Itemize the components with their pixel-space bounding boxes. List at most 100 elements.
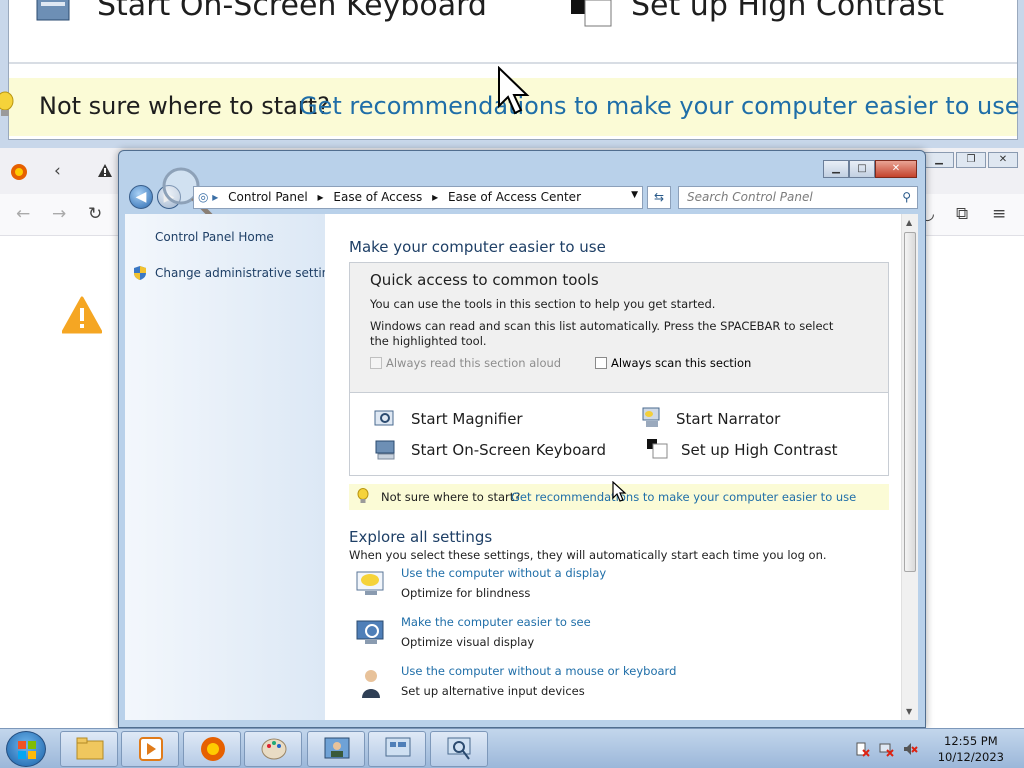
network-icon[interactable]	[878, 741, 894, 757]
action-center-icon[interactable]	[854, 741, 870, 757]
magnified-separator	[9, 62, 1017, 64]
paint-palette-icon[interactable]	[259, 735, 289, 763]
minimize-icon[interactable]: ▁	[924, 152, 954, 168]
high-contrast-icon	[571, 0, 612, 27]
control-panel-home-link[interactable]: Control Panel Home	[155, 230, 274, 244]
vertical-scrollbar[interactable]: ▲ ▼	[901, 214, 918, 720]
magnified-region: Start On-Screen Keyboard Set up High Con…	[0, 0, 1020, 140]
refresh-button[interactable]: ⇆	[647, 186, 671, 209]
setting-desc-without-mouse-keyboard: Set up alternative input devices	[401, 684, 585, 698]
taskbar-paint[interactable]	[244, 731, 302, 767]
address-row: ◀ ▶ ◎ ▸ Control Panel ▸ Ease of Access ▸…	[127, 167, 918, 220]
users-icon[interactable]	[322, 735, 352, 763]
breadcrumb-ease-of-access[interactable]: Ease of Access	[333, 190, 422, 204]
taskbar: 12:55 PM 10/12/2023	[0, 728, 1024, 768]
magnifier-tool-icon[interactable]	[374, 408, 396, 430]
media-player-icon[interactable]	[136, 735, 166, 763]
clock-date: 10/12/2023	[937, 750, 1004, 764]
quick-access-panel: Quick access to common tools You can use…	[349, 262, 889, 476]
lightbulb-icon	[0, 91, 14, 116]
setting-link-without-display[interactable]: Use the computer without a display	[401, 566, 606, 580]
tip-question: Not sure where to start?	[381, 490, 521, 504]
easier-to-see-icon	[356, 620, 384, 644]
search-input[interactable]: Search Control Panel ⚲	[678, 186, 918, 209]
magnified-tip-link[interactable]: Get recommendations to make your compute…	[299, 92, 1020, 120]
quick-access-intro: You can use the tools in this section to…	[370, 297, 716, 311]
scan-section-checkbox[interactable]: Always scan this section	[595, 356, 751, 370]
magnified-onscreen-keyboard-label: Start On-Screen Keyboard	[97, 0, 487, 23]
menu-icon[interactable]: ≡	[992, 204, 1006, 224]
close-button[interactable]: ✕	[875, 160, 917, 178]
windows-logo-icon[interactable]	[17, 740, 37, 760]
setting-link-without-mouse-keyboard[interactable]: Use the computer without a mouse or keyb…	[401, 664, 676, 678]
breadcrumb-ease-of-access-center[interactable]: Ease of Access Center	[448, 190, 581, 204]
setup-high-contrast-link[interactable]: Set up High Contrast	[681, 441, 838, 459]
main-content: Make your computer easier to use Quick a…	[325, 214, 901, 720]
scroll-down-icon[interactable]: ▼	[906, 707, 912, 716]
warning-tab-icon[interactable]	[97, 163, 113, 179]
taskbar-magnifier[interactable]	[430, 731, 488, 767]
checkbox-icon[interactable]	[595, 357, 607, 369]
title-bar[interactable]: ▁ □ ✕	[119, 151, 925, 181]
shield-icon	[134, 266, 146, 280]
alternative-input-icon	[362, 670, 380, 698]
magnified-cursor-icon	[498, 66, 530, 115]
page-title: Make your computer easier to use	[349, 238, 606, 256]
taskbar-ease-of-access-app[interactable]	[307, 731, 365, 767]
keyboard-icon[interactable]	[374, 439, 398, 461]
taskbar-firefox[interactable]	[183, 731, 241, 767]
system-tray: 12:55 PM 10/12/2023	[854, 729, 1024, 768]
high-contrast-icon[interactable]	[645, 438, 671, 462]
narrator-tool-icon[interactable]	[640, 406, 664, 430]
firefox-window-controls: ▁ ❐ ✕	[924, 152, 1018, 168]
change-admin-settings-link[interactable]: Change administrative settings	[155, 266, 343, 280]
minimize-button[interactable]: ▁	[823, 160, 849, 178]
back-icon[interactable]: ←	[16, 204, 30, 224]
scrollbar-thumb[interactable]	[904, 232, 916, 572]
tab-scroll-left-icon[interactable]: ‹	[54, 161, 61, 181]
taskbar-control-panel[interactable]	[368, 731, 426, 767]
scan-section-label[interactable]: Always scan this section	[611, 356, 751, 370]
maximize-button[interactable]: □	[849, 160, 875, 178]
volume-muted-icon[interactable]	[902, 741, 918, 757]
search-icon[interactable]: ⚲	[902, 190, 911, 204]
get-recommendations-link[interactable]: Get recommendations to make your compute…	[511, 490, 856, 504]
taskbar-media-player[interactable]	[121, 731, 179, 767]
start-onscreen-keyboard-link[interactable]: Start On-Screen Keyboard	[411, 441, 606, 459]
error-warning-icon	[62, 296, 102, 334]
firefox-icon[interactable]	[10, 163, 28, 181]
scroll-up-icon[interactable]: ▲	[906, 218, 912, 227]
breadcrumb-separator-icon[interactable]: ▸	[318, 190, 324, 204]
breadcrumb-control-panel[interactable]: Control Panel	[228, 190, 308, 204]
address-dropdown-icon[interactable]: ▼	[631, 190, 638, 200]
list-item: Make the computer easier to see Optimize…	[355, 615, 855, 659]
magnifier-icon[interactable]	[445, 735, 475, 763]
search-placeholder: Search Control Panel	[687, 190, 813, 204]
setting-link-easier-to-see[interactable]: Make the computer easier to see	[401, 615, 591, 629]
quick-access-scan-info: Windows can read and scan this list auto…	[370, 319, 834, 348]
address-bar[interactable]: ◎ ▸ Control Panel ▸ Ease of Access ▸ Eas…	[193, 186, 643, 209]
start-magnifier-link[interactable]: Start Magnifier	[411, 410, 523, 428]
setting-desc-easier-to-see: Optimize visual display	[401, 635, 535, 649]
taskbar-explorer[interactable]	[60, 731, 118, 767]
quick-access-header: Quick access to common tools You can use…	[350, 263, 888, 393]
no-display-icon	[356, 571, 384, 595]
control-panel-icon[interactable]	[383, 735, 413, 763]
forward-icon[interactable]: →	[52, 204, 66, 224]
reload-icon[interactable]: ↻	[88, 204, 102, 224]
folder-icon[interactable]	[75, 735, 105, 763]
start-button[interactable]	[6, 731, 46, 767]
list-item: Use the computer without a mouse or keyb…	[355, 664, 855, 708]
breadcrumb-separator-icon[interactable]: ▸	[432, 190, 438, 204]
control-panel-icon: ◎ ▸	[198, 190, 219, 204]
start-narrator-link[interactable]: Start Narrator	[676, 410, 780, 428]
firefox-icon[interactable]	[198, 735, 228, 763]
clock[interactable]: 12:55 PM 10/12/2023	[938, 733, 1004, 765]
list-item: Use the computer without a display Optim…	[355, 566, 855, 610]
explore-description: When you select these settings, they wil…	[349, 548, 827, 562]
extensions-icon[interactable]: ⧉	[956, 204, 968, 224]
magnified-tip-question: Not sure where to start?	[39, 92, 330, 120]
close-icon[interactable]: ✕	[988, 152, 1018, 168]
restore-icon[interactable]: ❐	[956, 152, 986, 168]
back-button[interactable]: ◀	[129, 185, 153, 209]
